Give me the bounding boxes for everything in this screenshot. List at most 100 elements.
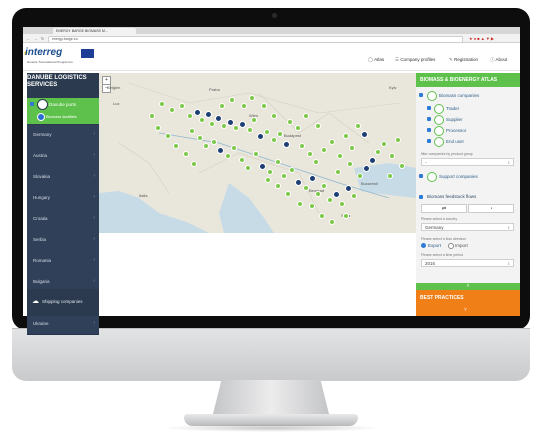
biomass-marker-icon[interactable] xyxy=(357,173,363,179)
biomass-marker-icon[interactable] xyxy=(329,219,335,225)
port-marker-icon[interactable] xyxy=(345,185,352,192)
port-marker-icon[interactable] xyxy=(369,157,376,164)
sidebar-item-austria[interactable]: Austria › xyxy=(27,146,99,168)
biomass-marker-icon[interactable] xyxy=(287,119,293,125)
port-marker-icon[interactable] xyxy=(363,165,370,172)
biomass-marker-icon[interactable] xyxy=(399,163,405,169)
biomass-marker-icon[interactable] xyxy=(375,149,381,155)
port-marker-icon[interactable] xyxy=(283,141,290,148)
import-radio[interactable] xyxy=(448,243,454,249)
biomass-marker-icon[interactable] xyxy=(389,153,395,159)
shipping-companies-row[interactable]: ☁ Shipping companies xyxy=(27,289,99,316)
biomass-marker-icon[interactable] xyxy=(347,161,353,167)
biomass-marker-icon[interactable] xyxy=(339,201,345,207)
biomass-marker-icon[interactable] xyxy=(229,97,235,103)
biomass-facilities-label[interactable]: Biomass facilities xyxy=(46,114,77,119)
biomass-marker-icon[interactable] xyxy=(277,131,283,137)
company-type-checkbox[interactable] xyxy=(427,106,431,110)
export-radio[interactable] xyxy=(421,243,426,248)
port-marker-icon[interactable] xyxy=(309,175,316,182)
biomass-marker-icon[interactable] xyxy=(335,169,341,175)
biomass-marker-icon[interactable] xyxy=(327,197,333,203)
biomass-marker-icon[interactable] xyxy=(313,159,319,165)
biomass-marker-icon[interactable] xyxy=(315,191,321,197)
biomass-marker-icon[interactable] xyxy=(169,107,175,113)
biomass-marker-icon[interactable] xyxy=(265,177,271,183)
biomass-marker-icon[interactable] xyxy=(309,203,315,209)
biomass-marker-icon[interactable] xyxy=(183,151,189,157)
sidebar-item-ukraine[interactable]: Ukraine › xyxy=(27,314,99,335)
product-group-select[interactable]: - ↕ xyxy=(421,158,514,166)
biomass-marker-icon[interactable] xyxy=(355,123,361,129)
biomass-marker-icon[interactable] xyxy=(271,113,277,119)
biomass-marker-icon[interactable] xyxy=(261,103,267,109)
danube-ports-checkbox[interactable] xyxy=(30,102,34,106)
biomass-marker-icon[interactable] xyxy=(249,95,255,101)
biomass-marker-icon[interactable] xyxy=(321,147,327,153)
port-marker-icon[interactable] xyxy=(239,121,246,128)
biomass-marker-icon[interactable] xyxy=(209,121,215,127)
company-type-checkbox[interactable] xyxy=(427,128,431,132)
biomass-marker-icon[interactable] xyxy=(387,173,393,179)
biomass-marker-icon[interactable] xyxy=(337,153,343,159)
sidebar-item-slovakia[interactable]: Slovakia › xyxy=(27,167,99,189)
sidebar-item-croatia[interactable]: Croatia › xyxy=(27,209,99,231)
biomass-marker-icon[interactable] xyxy=(247,127,253,133)
biomass-marker-icon[interactable] xyxy=(203,143,209,149)
port-marker-icon[interactable] xyxy=(361,131,368,138)
biomass-marker-icon[interactable] xyxy=(189,128,195,134)
biomass-marker-icon[interactable] xyxy=(275,159,281,165)
biomass-marker-icon[interactable] xyxy=(343,213,349,219)
biomass-marker-icon[interactable] xyxy=(307,151,313,157)
biomass-marker-icon[interactable] xyxy=(221,123,227,129)
biomass-marker-icon[interactable] xyxy=(319,213,325,219)
biomass-marker-icon[interactable] xyxy=(295,125,301,131)
biomass-companies-checkbox[interactable] xyxy=(419,93,423,97)
biomass-marker-icon[interactable] xyxy=(343,133,349,139)
biomass-marker-icon[interactable] xyxy=(303,185,309,191)
biomass-flows-checkbox[interactable] xyxy=(419,195,423,199)
biomass-marker-icon[interactable] xyxy=(281,173,287,179)
biomass-marker-icon[interactable] xyxy=(289,167,295,173)
flow-view-map-button[interactable]: ⇄ xyxy=(421,204,467,213)
danube-ports-label[interactable]: Danube ports xyxy=(49,102,76,107)
collapse-up-button[interactable]: ˄ xyxy=(416,283,520,290)
biomass-marker-icon[interactable] xyxy=(159,101,165,107)
biomass-marker-icon[interactable] xyxy=(231,145,237,151)
port-marker-icon[interactable] xyxy=(257,133,264,140)
sidebar-item-serbia[interactable]: Serbia › xyxy=(27,230,99,252)
biomass-marker-icon[interactable] xyxy=(264,129,270,135)
port-marker-icon[interactable] xyxy=(194,109,201,116)
biomass-marker-icon[interactable] xyxy=(275,183,281,189)
best-practices-panel[interactable]: BEST PRACTICES ˅ xyxy=(416,290,520,316)
map-canvas[interactable]: + − Lux Belgien Praha Wien Budapest Beog… xyxy=(99,73,416,233)
port-marker-icon[interactable] xyxy=(333,191,340,198)
biomass-marker-icon[interactable] xyxy=(155,125,161,131)
port-marker-icon[interactable] xyxy=(205,111,212,118)
biomass-marker-icon[interactable] xyxy=(165,133,171,139)
biomass-marker-icon[interactable] xyxy=(349,145,355,151)
biomass-marker-icon[interactable] xyxy=(329,139,335,145)
biomass-marker-icon[interactable] xyxy=(197,135,203,141)
port-marker-icon[interactable] xyxy=(295,179,302,186)
biomass-marker-icon[interactable] xyxy=(253,151,259,157)
biomass-marker-icon[interactable] xyxy=(219,103,225,109)
biomass-marker-icon[interactable] xyxy=(395,137,401,143)
support-companies-checkbox[interactable] xyxy=(419,174,423,178)
biomass-marker-icon[interactable] xyxy=(239,157,245,163)
biomass-marker-icon[interactable] xyxy=(251,117,257,123)
sidebar-item-hungary[interactable]: Hungary › xyxy=(27,188,99,210)
biomass-marker-icon[interactable] xyxy=(179,103,185,109)
biomass-marker-icon[interactable] xyxy=(199,117,205,123)
biomass-marker-icon[interactable] xyxy=(191,161,197,167)
port-marker-icon[interactable] xyxy=(217,147,224,154)
biomass-marker-icon[interactable] xyxy=(225,153,231,159)
biomass-marker-icon[interactable] xyxy=(245,165,251,171)
biomass-marker-icon[interactable] xyxy=(381,141,387,147)
biomass-marker-icon[interactable] xyxy=(173,143,179,149)
period-select[interactable]: 2016 ↕ xyxy=(421,259,514,267)
biomass-marker-icon[interactable] xyxy=(303,113,309,119)
port-marker-icon[interactable] xyxy=(215,115,222,122)
port-marker-icon[interactable] xyxy=(259,163,266,170)
biomass-marker-icon[interactable] xyxy=(351,193,357,199)
